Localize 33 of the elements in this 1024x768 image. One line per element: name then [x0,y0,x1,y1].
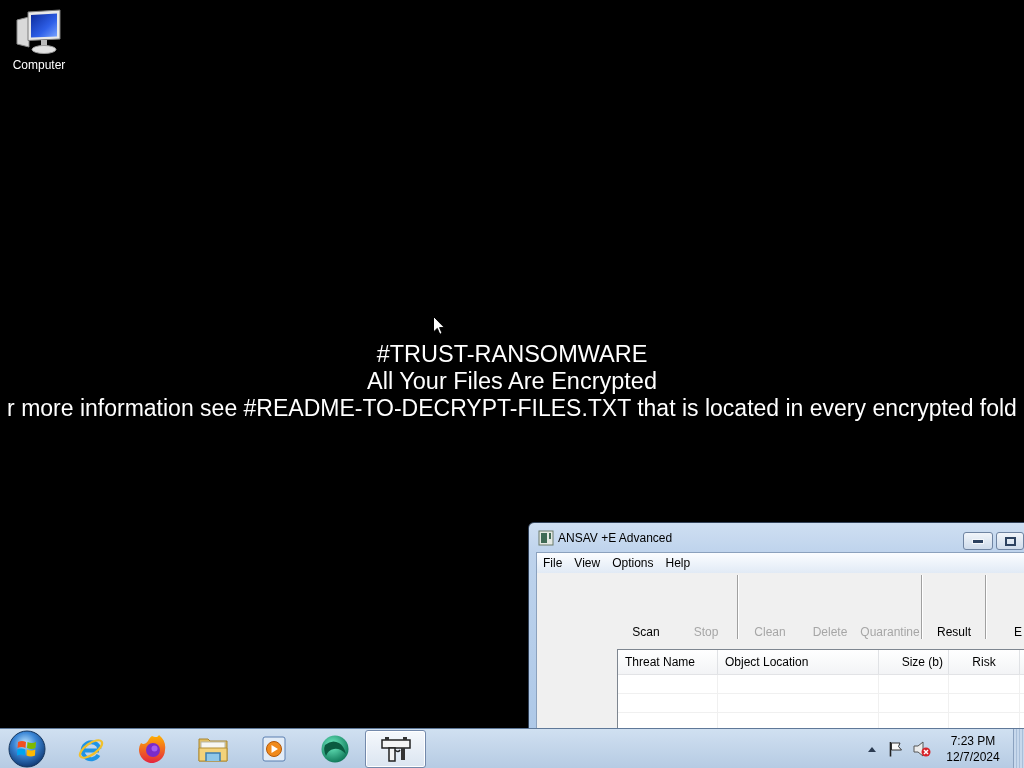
threat-list[interactable]: Threat Name Object Location Size (b) Risk [617,649,1024,728]
up-arrow-icon[interactable] [868,745,876,752]
minimize-button[interactable] [963,532,993,550]
clock-date[interactable]: 12/7/2024 [946,748,1000,765]
menu-item[interactable]: View [568,554,607,572]
ransom-message: r more information see #README-TO-DECRYPT-FILES.TXT that is located in every encrypted fold [7,395,1017,422]
toolbar-button[interactable]: E [988,573,1024,643]
maximize-icon [1004,536,1016,546]
column-header[interactable]: Threat Name [618,650,718,674]
desktop-icon-label[interactable]: Computer [12,58,66,73]
toolbar-button[interactable]: Scan [616,573,676,643]
column-header[interactable]: Object Location [718,650,879,674]
computer-icon[interactable] [15,9,63,55]
taskbar-button[interactable] [365,729,426,768]
column-header[interactable]: Risk [949,650,1020,674]
menu-item[interactable]: Options [606,554,660,572]
globe-icon [319,733,350,764]
ransom-title: #TRUST-RANSOMWARE [376,341,648,368]
app-icon[interactable] [538,529,554,546]
ransom-subtitle: All Your Files Are Encrypted [367,368,657,395]
window-title: ANSAV +E Advanced [558,530,673,545]
flag-orb-icon [8,729,46,768]
toolbar-button[interactable]: Result [924,573,984,643]
flame-globe-icon [136,733,167,764]
flag-icon[interactable] [888,740,904,757]
speaker-icon[interactable] [913,740,931,757]
menu-item[interactable]: Help [659,554,697,572]
column-header[interactable]: Size (b) [879,650,949,674]
menu-item[interactable]: File [537,554,569,572]
minimize-icon [972,538,984,544]
mouse-pointer-icon [433,316,445,335]
clock-time[interactable]: 7:23 PM [950,732,996,749]
maximize-button[interactable] [996,532,1024,550]
